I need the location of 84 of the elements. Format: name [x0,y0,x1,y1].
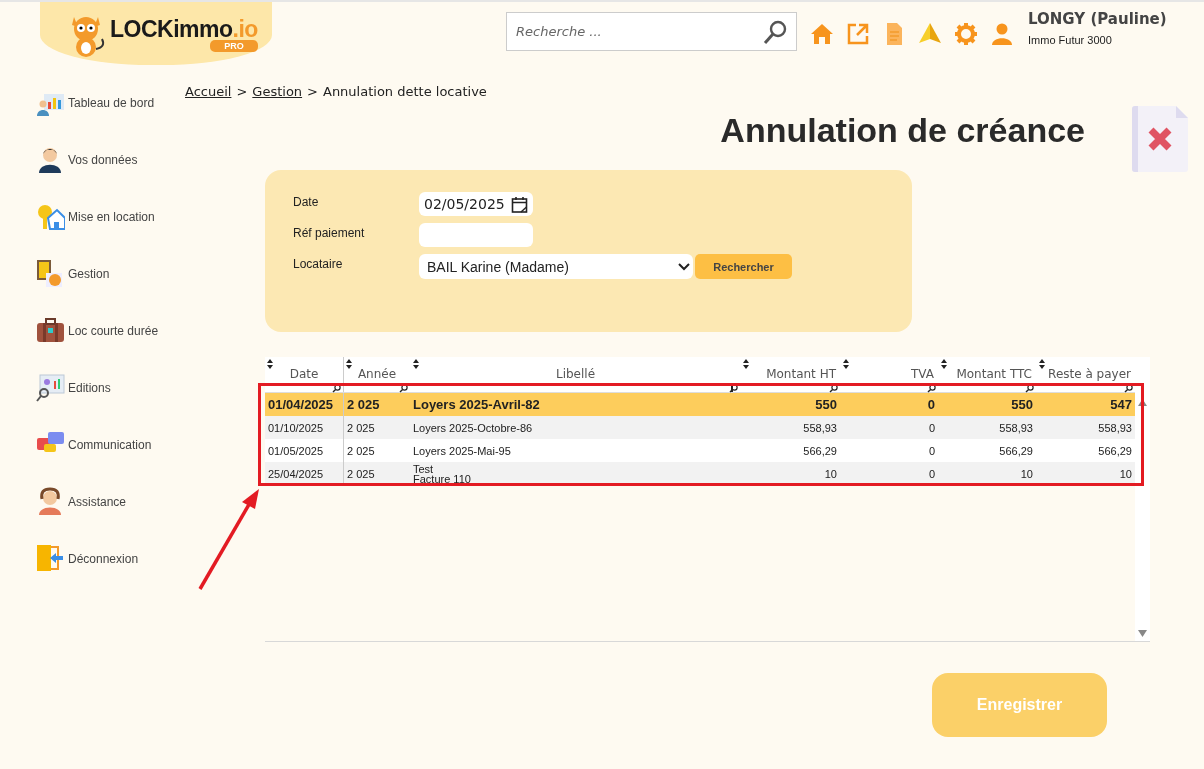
table-row[interactable]: 01/05/2025 2 025 Loyers 2025-Mai-95 566,29 0 566,29 566,29 [265,439,1135,462]
table-cell-text: Test Facture 110 [412,462,472,485]
dropdown[interactable]: BAIL Karine (Madame) [419,254,693,279]
monitor-icon[interactable] [36,373,65,402]
column-header[interactable]: Date [265,357,343,392]
column-header[interactable]: TVA [840,357,938,392]
sidebar-item[interactable]: Editions [68,380,111,395]
table-cell-text: 01/05/2025 [267,443,325,459]
column-header[interactable]: Reste à payer [1036,357,1135,392]
column-header[interactable]: Année [343,357,410,392]
sidebar-item[interactable]: Gestion [68,266,110,281]
table-cell-text: 547 [1109,395,1133,414]
column-header[interactable]: Montant TTC [938,357,1036,392]
sidebar-item[interactable]: Loc courte durée [68,323,159,338]
breadcrumb-link[interactable]: Gestion [252,84,303,100]
breadcrumb-separator: > [307,84,318,100]
field-label: Locataire [293,257,344,271]
sidebar-item[interactable]: Vos données [68,152,138,167]
sidebar-item[interactable]: Communication [68,437,152,452]
date-field[interactable]: 02/05/2025 [419,192,533,216]
filter-icon[interactable] [1025,384,1034,393]
breadcrumb-separator: > [236,84,248,100]
search-icon[interactable] [763,19,789,45]
table-cell-text: 550 [814,395,838,414]
suitcase-icon[interactable] [36,316,65,345]
table-cell-text: 0 [927,466,936,482]
scroll-down-icon[interactable] [1138,630,1147,637]
table-cell-text: 550 [1010,395,1034,414]
filter-icon[interactable] [1124,384,1133,393]
breadcrumb-link[interactable]: Accueil [185,84,232,100]
table-cell: 2 025 [343,462,410,485]
table-cell-text: 10 [1019,466,1034,482]
search-field[interactable]: Recherche ... [506,12,797,51]
logo-badge: PRO [210,39,258,52]
breadcrumb-current: Annulation dette locative [323,84,487,100]
key-icon[interactable] [36,202,65,231]
sort-icon[interactable] [843,359,849,369]
field-label: Réf paiement [293,225,366,240]
table-cell-text: 10 [823,466,838,482]
table-cell-text: 0 [926,395,936,414]
text-field[interactable] [419,223,533,247]
table-cell-text: 10 [1118,466,1133,482]
table-row[interactable]: 01/04/2025 2 025 Loyers 2025-Avril-82 550 0 550 547 [265,393,1135,416]
page-title: Annulation de créance [720,110,1085,150]
table-cell-text: 0 [927,443,936,459]
filter-icon[interactable] [399,384,408,393]
user-name: LONGY (Pauline) [1028,10,1167,28]
table-cell-text: 558,93 [998,420,1034,436]
table-cell-text: 558,93 [802,420,838,436]
sort-icon[interactable] [1039,359,1045,369]
table-cell-text: Loyers 2025-Octobre-86 [412,420,534,436]
filter-icon[interactable] [927,384,936,393]
sort-icon[interactable] [413,359,419,369]
sort-icon[interactable] [346,359,352,369]
sidebar-item[interactable]: Déconnexion [68,551,139,566]
chevron-down-icon [678,262,690,271]
table-cell-text: 01/04/2025 [267,395,335,414]
table-cell-text: 566,29 [802,443,838,459]
search-button[interactable]: Rechercher [695,254,792,279]
table-cell-text: Loyers 2025-Avril-82 [412,395,541,414]
filter-icon[interactable] [332,384,341,393]
company-name: Immo Futur 3000 [1028,34,1113,46]
sort-icon[interactable] [743,359,749,369]
sort-icon[interactable] [941,359,947,369]
table-row[interactable]: 01/10/2025 2 025 Loyers 2025-Octobre-86 558,93 0 558,93 558,93 [265,416,1135,439]
table-cell-text: 558,93 [1097,420,1133,436]
table-cell-text: 0 [927,420,936,436]
table-cell-text: Loyers 2025-Mai-95 [412,443,512,459]
calendar-icon[interactable] [510,195,528,213]
sidebar-item[interactable]: Assistance [68,494,127,509]
column-header[interactable]: Montant HT [740,357,840,392]
table-cell-text: 25/04/2025 [267,466,325,482]
sidebar-item[interactable]: Tableau de bord [68,95,155,110]
door-icon[interactable] [36,544,65,573]
delete-document-icon[interactable] [1132,106,1188,172]
sidebar-item[interactable]: Mise en location [68,209,155,224]
table-row[interactable]: 25/04/2025 2 025 Test Facture 110 10 0 10 10 [265,462,1135,485]
sort-icon[interactable] [267,359,273,369]
field-label: Date [293,194,320,209]
table-cell-text: 566,29 [1097,443,1133,459]
scroll-up-icon[interactable] [1138,399,1147,406]
filter-icon[interactable] [829,384,838,393]
table-cell-text: 566,29 [998,443,1034,459]
table-cell-text: 01/10/2025 [267,420,325,436]
